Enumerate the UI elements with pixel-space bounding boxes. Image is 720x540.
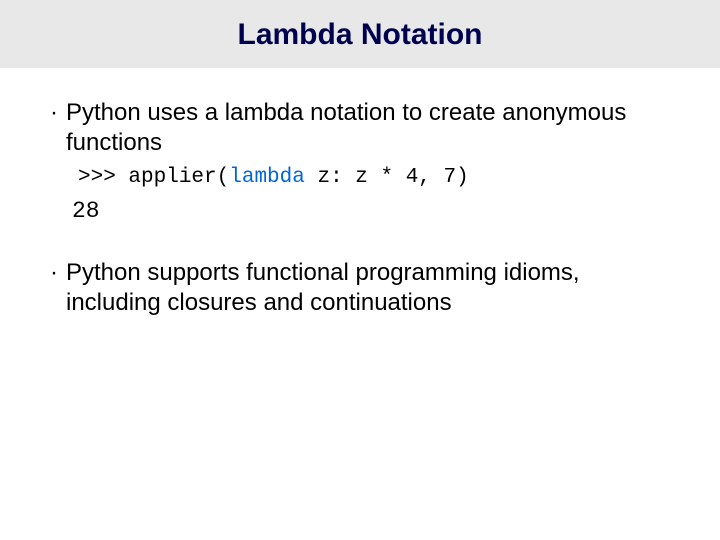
code-call: applier(: [128, 166, 229, 189]
code-prompt: >>>: [78, 166, 128, 189]
slide-content: · Python uses a lambda notation to creat…: [0, 68, 720, 318]
bullet-text: Python supports functional programming i…: [66, 258, 670, 318]
bullet-icon: ·: [50, 98, 58, 128]
code-line: >>> applier(lambda z: z * 4, 7): [78, 164, 670, 192]
bullet-item: · Python uses a lambda notation to creat…: [50, 98, 670, 226]
code-rest: z: z * 4, 7): [305, 166, 469, 189]
slide-title: Lambda Notation: [0, 18, 720, 52]
code-output: 28: [72, 196, 670, 226]
bullet-item: · Python supports functional programming…: [50, 258, 670, 318]
bullet-icon: ·: [50, 258, 58, 288]
code-example: >>> applier(lambda z: z * 4, 7): [78, 164, 670, 192]
bullet-text: Python uses a lambda notation to create …: [66, 98, 670, 158]
title-bar: Lambda Notation: [0, 0, 720, 68]
code-keyword-lambda: lambda: [229, 166, 305, 189]
